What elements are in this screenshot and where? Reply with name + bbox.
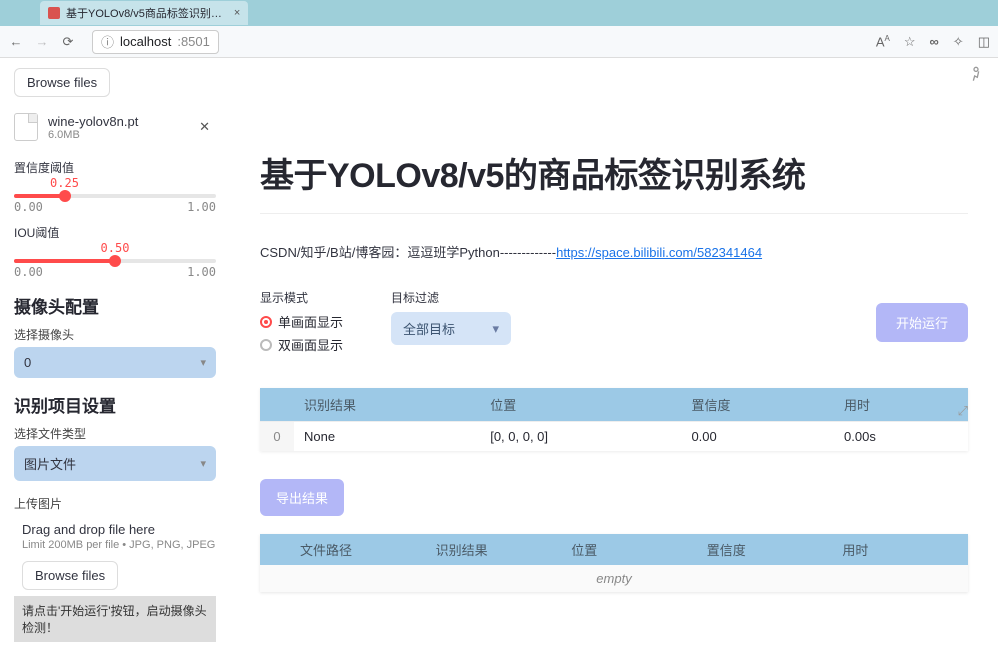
fullscreen-icon[interactable]: ⤢ [958, 403, 968, 419]
export-table-empty: empty [260, 565, 968, 592]
url-host: localhost [120, 34, 171, 49]
camera-section-header: 摄像头配置 [14, 293, 216, 318]
radio-single[interactable]: 单画面显示 [260, 312, 343, 331]
filetype-select[interactable]: 图片文件 ▾ [14, 446, 216, 481]
favorite-icon[interactable]: ☆ [904, 34, 916, 50]
browse-files-button[interactable]: Browse files [14, 68, 110, 97]
tab-title: 基于YOLOv8/v5商品标签识别… [66, 5, 222, 21]
upload-dropzone[interactable]: Drag and drop file here Limit 200MB per … [14, 516, 216, 590]
chevron-down-icon: ▾ [492, 321, 499, 337]
byline: CSDN/知乎/B站/博客园：逗逗班学Python-------------ht… [260, 242, 968, 261]
table-header: 位置 [561, 534, 697, 565]
byline-link[interactable]: https://space.bilibili.com/582341464 [556, 245, 762, 260]
radio-dot-off-icon [260, 339, 272, 351]
info-message: 请点击'开始运行'按钮，启动摄像头检测！ [14, 596, 216, 642]
remove-file-icon[interactable]: ✕ [199, 119, 210, 135]
upload-sub: Limit 200MB per file • JPG, PNG, JPEG [22, 539, 216, 551]
filetype-label: 选择文件类型 [14, 425, 216, 442]
conf-min: 0.00 [14, 200, 43, 214]
back-icon[interactable]: ← [8, 34, 24, 49]
target-filter-group: 目标过滤 全部目标 ▾ [391, 289, 511, 345]
camera-select-label: 选择摄像头 [14, 326, 216, 343]
table-header: 置信度 [697, 534, 833, 565]
chevron-down-icon: ▾ [200, 356, 206, 369]
conf-max: 1.00 [187, 200, 216, 214]
radio-double[interactable]: 双画面显示 [260, 335, 343, 354]
browser-tab[interactable]: 基于YOLOv8/v5商品标签识别… × [40, 1, 248, 25]
run-button[interactable]: 开始运行 [876, 303, 968, 342]
tab-close-icon[interactable]: × [234, 7, 240, 19]
browse-files-button-2[interactable]: Browse files [22, 561, 118, 590]
forward-icon: → [34, 34, 50, 49]
browser-tab-bar: 基于YOLOv8/v5商品标签识别… × [0, 0, 998, 26]
table-header [260, 388, 294, 422]
iou-slider[interactable] [14, 259, 216, 263]
infinity-icon[interactable]: ∞ [930, 34, 939, 49]
uploaded-file-item: wine-yolov8n.pt 6.0MB ✕ [14, 113, 216, 141]
chevron-down-icon: ▾ [200, 457, 206, 470]
project-section-header: 识别项目设置 [14, 392, 216, 417]
byline-text: CSDN/知乎/B站/博客园：逗逗班学Python------------- [260, 245, 556, 260]
text-size-icon[interactable]: AA [876, 34, 890, 49]
table-header: 置信度 [681, 388, 834, 422]
info-icon: ⓘ [101, 32, 114, 51]
browser-nav-bar: ← → ⟳ ⓘ localhost :8501 AA ☆ ∞ ✧ ◫ [0, 26, 998, 58]
file-size: 6.0MB [48, 129, 138, 141]
file-name: wine-yolov8n.pt [48, 114, 138, 129]
conf-slider-label: 置信度阈值 [14, 159, 216, 176]
iou-max: 1.00 [187, 265, 216, 279]
iou-slider-label: IOU阈值 [14, 224, 216, 241]
table-header: 文件路径 [290, 534, 426, 565]
table-row: 0None[0, 0, 0, 0]0.000.00s [260, 422, 968, 452]
page-title: 基于YOLOv8/v5的商品标签识别系统 [260, 148, 968, 197]
radio-dot-on-icon [260, 316, 272, 328]
conf-slider[interactable] [14, 194, 216, 198]
display-mode-group: 显示模式 单画面显示 双画面显示 [260, 289, 343, 358]
address-bar[interactable]: ⓘ localhost :8501 [92, 30, 219, 54]
target-filter-value: 全部目标 [403, 319, 455, 338]
display-mode-label: 显示模式 [260, 289, 343, 306]
upload-hint: Drag and drop file here [22, 522, 216, 537]
camera-select[interactable]: 0 ▾ [14, 347, 216, 378]
filetype-value: 图片文件 [24, 454, 76, 473]
camera-select-value: 0 [24, 355, 31, 370]
table-header: 识别结果 [426, 534, 562, 565]
export-button[interactable]: 导出结果 [260, 479, 344, 516]
upload-label: 上传图片 [14, 495, 216, 512]
url-port: :8501 [177, 34, 210, 49]
split-icon[interactable]: ◫ [978, 34, 990, 50]
table-header: 用时 [834, 388, 968, 422]
table-header: 用时 [832, 534, 968, 565]
table-header [260, 534, 290, 565]
export-table: 文件路径识别结果位置置信度用时 empty [260, 534, 968, 592]
table-header: 位置 [480, 388, 681, 422]
results-table: 识别结果位置置信度用时 0None[0, 0, 0, 0]0.000.00s [260, 388, 968, 451]
refresh-icon[interactable]: ⟳ [60, 34, 76, 50]
iou-min: 0.00 [14, 265, 43, 279]
target-filter-select[interactable]: 全部目标 ▾ [391, 312, 511, 345]
divider [260, 213, 968, 214]
extensions-icon[interactable]: ✧ [953, 34, 964, 50]
main-content: 基于YOLOv8/v5的商品标签识别系统 CSDN/知乎/B站/博客园：逗逗班学… [230, 58, 998, 655]
tab-favicon-icon [48, 7, 60, 19]
file-icon [14, 113, 38, 141]
table-header: 识别结果 [294, 388, 480, 422]
sidebar: Browse files wine-yolov8n.pt 6.0MB ✕ 置信度… [0, 58, 230, 655]
iou-slider-value: 0.50 [101, 241, 130, 255]
conf-slider-value: 0.25 [50, 176, 79, 190]
target-filter-label: 目标过滤 [391, 289, 511, 306]
